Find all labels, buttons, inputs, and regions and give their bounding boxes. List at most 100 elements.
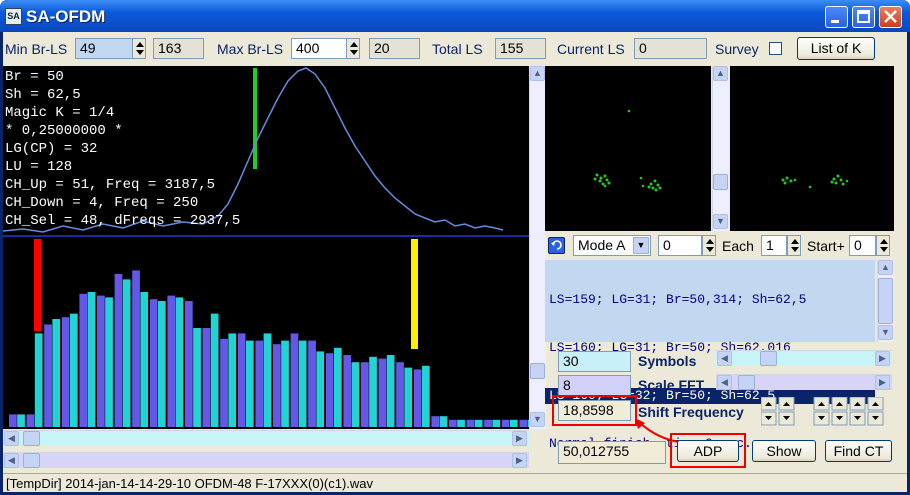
scroll-thumb[interactable] [713,174,728,190]
minimize-button[interactable] [825,6,848,28]
each-input[interactable]: 1 [761,235,787,256]
spectrum-bar [290,333,299,427]
spectrum-bar [220,338,228,427]
undo-icon [551,240,562,250]
spectrum-bar [9,414,17,427]
show-button[interactable]: Show [752,440,816,462]
client-area: Min Br-LS 49 163 Max Br-LS 400 20 Total … [3,32,907,492]
app-window: SA SA-OFDM Min Br-LS 49 163 Max Br-LS 40… [0,0,910,495]
min-br-label: Min Br-LS [5,41,68,57]
symbols-slider-thumb[interactable] [760,351,777,366]
spectrum-bar [105,297,113,427]
maximize-button[interactable] [852,6,875,28]
undo-button[interactable] [548,237,565,254]
scroll-up-icon[interactable]: ▲ [878,260,893,275]
spectrum-bar [378,358,387,427]
scroll-left-icon[interactable]: ◀ [4,453,19,468]
spectrum-bar [34,333,43,427]
result-log[interactable]: LS=159; LG=31; Br=50,314; Sh=62,5 LS=160… [545,260,875,451]
start-spinner[interactable] [876,235,890,256]
spectrum-bar [457,419,465,427]
spectrum-bar [449,419,457,427]
left-vscroll[interactable]: ▲ ▼ [529,66,546,429]
min-br-input[interactable]: 49 [75,38,133,59]
adp-button[interactable]: ADP [677,440,739,462]
spectrum-bar [210,313,219,427]
symbols-input[interactable]: 30 [558,351,631,372]
hscroll-2-thumb[interactable] [23,453,40,468]
shift-spinners[interactable] [761,397,901,427]
spectrum-bar [422,365,430,427]
max-br-spinner[interactable] [346,38,360,59]
mode-number-spinner[interactable] [702,235,716,256]
scale-fft-input[interactable]: 8 [558,375,631,396]
spectrum-bar [87,292,96,427]
mode-number-input[interactable]: 0 [658,235,702,256]
scroll-left-icon[interactable]: ◀ [717,351,732,366]
green-marker [253,68,257,169]
chevron-down-icon[interactable]: ▼ [633,237,649,254]
spectrum-panel [3,237,529,429]
spectrum-bar [202,328,211,427]
spectrum-bar [70,313,78,427]
total-ls-label: Total LS [432,41,483,57]
minimize-icon [831,20,839,23]
constellation-left [545,66,711,231]
each-label: Each [722,238,754,254]
spectrum-bar [386,355,395,427]
spectrum-bar [228,333,237,427]
spectrum-bar [492,419,501,427]
scroll-thumb[interactable] [878,278,893,324]
title-bar[interactable]: SA SA-OFDM [0,0,910,32]
hscroll-1-thumb[interactable] [23,431,40,446]
scroll-up-icon[interactable]: ▲ [530,66,545,81]
min-br-spinner[interactable] [132,38,146,59]
scroll-right-icon[interactable]: ▶ [512,431,527,446]
start-input[interactable]: 0 [849,235,876,256]
red-marker [34,239,41,331]
scroll-down-icon[interactable]: ▼ [530,412,545,427]
scroll-right-icon[interactable]: ▶ [512,453,527,468]
spectrum-bar [510,419,518,427]
constellation-vscroll[interactable]: ▲ ▼ [712,66,729,231]
constellation-dots [593,109,662,192]
scroll-right-icon[interactable]: ▶ [875,375,890,390]
each-spinner[interactable] [787,235,801,256]
spectrum-bar [263,333,272,427]
scroll-left-icon[interactable]: ◀ [717,375,732,390]
spectrum-bar [369,356,377,427]
hscroll-2[interactable]: ◀ ▶ [3,452,529,468]
total-ls-value: 155 [495,38,546,59]
mode-select[interactable]: Mode A ▼ [573,235,651,256]
spectrum-bar [404,367,413,427]
max-br-input[interactable]: 400 [291,38,347,59]
find-ct-button[interactable]: Find CT [825,440,892,462]
spectrum-bar [484,419,492,427]
log-row[interactable]: LS=159; LG=31; Br=50,314; Sh=62,5 [545,292,875,308]
hscroll-1[interactable]: ◀ ▶ [3,430,529,446]
spectrum-bar [97,295,105,427]
log-vscroll[interactable]: ▲ ▼ [877,260,894,342]
scale-fft-slider-thumb[interactable] [738,375,755,390]
list-of-k-button[interactable]: List of K [797,37,875,60]
scroll-down-icon[interactable]: ▼ [713,214,728,229]
scroll-down-icon[interactable]: ▼ [878,325,893,340]
spectrum-bar [466,419,475,427]
close-button[interactable] [879,6,902,28]
spectrum-bar [140,292,149,427]
spectrum-bar [308,340,316,427]
scroll-left-icon[interactable]: ◀ [4,431,19,446]
spectrum-bar [79,293,88,427]
spectrum-bar [246,340,254,427]
survey-checkbox[interactable] [769,42,782,55]
close-icon [884,10,897,23]
scroll-thumb[interactable] [530,363,545,379]
highlight-shift-frequency [552,395,637,426]
start-label: Start+ [807,238,845,254]
symbols-slider[interactable]: ◀ ▶ [716,350,892,366]
max-br-secondary: 20 [369,38,420,59]
scroll-right-icon[interactable]: ▶ [875,351,890,366]
scroll-up-icon[interactable]: ▲ [713,66,728,81]
scale-fft-slider[interactable]: ◀ ▶ [716,374,892,390]
spectrum-bar [325,353,334,427]
